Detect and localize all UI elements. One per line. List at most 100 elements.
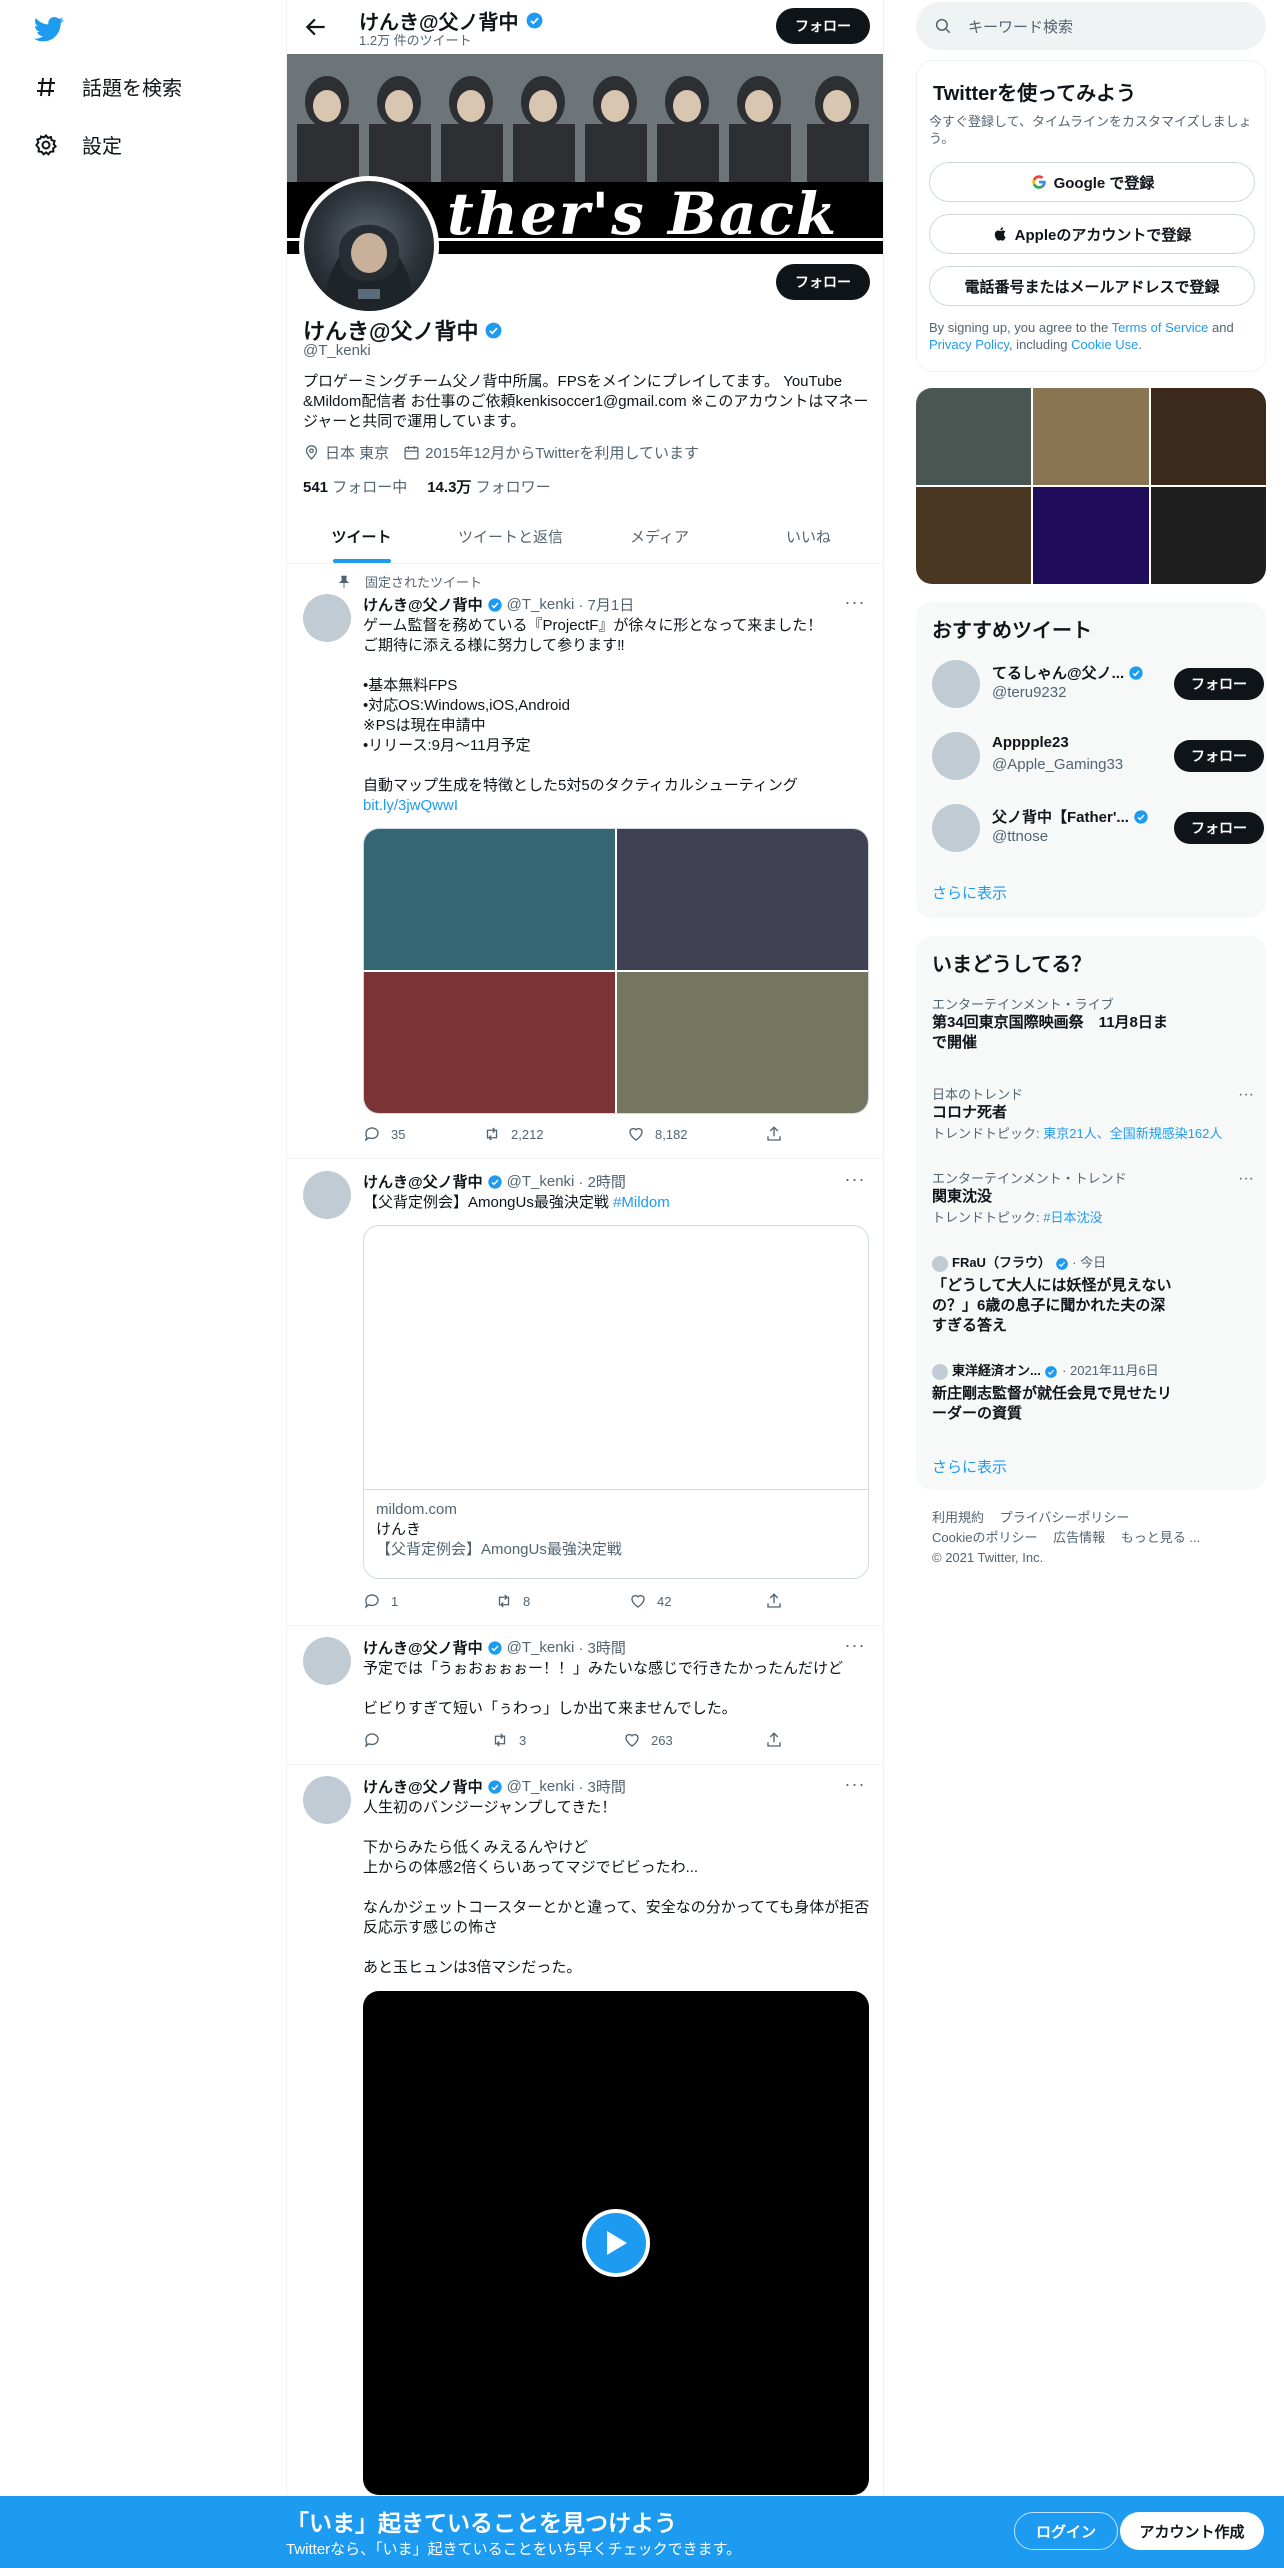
tweet-link[interactable]: bit.ly/3jwQwwI xyxy=(363,796,871,816)
media-image-4[interactable] xyxy=(617,972,868,1113)
back-arrow-icon[interactable] xyxy=(303,14,329,40)
recommended-follow-button[interactable]: フォロー xyxy=(1174,812,1264,844)
news-item[interactable]: 東洋経済オン... · 2021年11月6日 新庄剛志監督が就任会見で見せたリー… xyxy=(932,1360,1252,1424)
retweet-button[interactable]: 2,212 xyxy=(483,1125,544,1143)
like-button[interactable]: 8,182 xyxy=(627,1125,688,1143)
avatar[interactable] xyxy=(932,660,980,708)
more-icon[interactable]: ··· xyxy=(843,1169,867,1189)
retweet-button[interactable]: 3 xyxy=(491,1731,526,1749)
tab-tweets[interactable]: ツイート xyxy=(287,510,436,563)
avatar[interactable] xyxy=(932,732,980,780)
avatar[interactable] xyxy=(932,804,980,852)
tweet-hashtag[interactable]: #Mildom xyxy=(613,1194,670,1211)
tweet-author-handle[interactable]: @T_kenki xyxy=(507,1173,575,1190)
reply-button[interactable]: 35 xyxy=(363,1125,405,1143)
tweet-author-name[interactable]: けんき@父ノ背中 xyxy=(363,594,483,615)
tweet-author-handle[interactable]: @T_kenki xyxy=(507,1639,575,1656)
privacy-link[interactable]: Privacy Policy xyxy=(929,337,1009,352)
login-button[interactable]: ログイン xyxy=(1014,2512,1118,2550)
tweet-author-name[interactable]: けんき@父ノ背中 xyxy=(363,1171,483,1192)
tab-media[interactable]: メディア xyxy=(585,510,734,563)
trend-sub-link[interactable]: #日本沈没 xyxy=(1043,1210,1102,1225)
search-box[interactable]: キーワード検索 xyxy=(916,2,1266,50)
media-image-3[interactable] xyxy=(364,972,615,1113)
create-account-button[interactable]: アカウント作成 xyxy=(1120,2512,1264,2550)
share-button[interactable] xyxy=(765,1731,783,1749)
tweet-time[interactable]: · 3時間 xyxy=(578,1776,626,1797)
footer-ads-link[interactable]: 広告情報 xyxy=(1053,1530,1105,1545)
retweet-icon xyxy=(494,1733,506,1747)
tweet-author-name[interactable]: けんき@父ノ背中 xyxy=(363,1776,483,1797)
terms-link[interactable]: Terms of Service xyxy=(1112,320,1209,335)
more-icon[interactable]: ··· xyxy=(843,1774,867,1794)
nav-settings[interactable]: 設定 xyxy=(34,130,122,159)
tweet-time[interactable]: · 3時間 xyxy=(578,1637,626,1658)
photo-thumb-1[interactable] xyxy=(916,388,1032,485)
link-card[interactable]: mildom.com けんき 【父背定例会】AmongUs最強決定戦 xyxy=(363,1225,869,1579)
tweet-author-handle[interactable]: @T_kenki xyxy=(507,1778,575,1795)
tweet-media-grid xyxy=(363,828,869,1114)
photo-thumb-4[interactable] xyxy=(916,487,1032,584)
header-follow-button[interactable]: フォロー xyxy=(776,8,870,44)
photo-thumb-3[interactable] xyxy=(1150,388,1266,485)
trends-show-more[interactable]: さらに表示 xyxy=(932,1456,1007,1477)
photo-thumb-2[interactable] xyxy=(1033,388,1149,485)
more-icon[interactable]: ··· xyxy=(1238,1086,1254,1104)
recommended-follow-button[interactable]: フォロー xyxy=(1174,740,1264,772)
trend-item[interactable]: エンターテインメント・トレンド 関東沈没 トレンドトピック: #日本沈没 xyxy=(932,1168,1252,1226)
tweet-author-name[interactable]: けんき@父ノ背中 xyxy=(363,1637,483,1658)
media-image-2[interactable] xyxy=(617,829,868,970)
link-card-image xyxy=(364,1226,868,1490)
photo-thumb-6[interactable] xyxy=(1150,487,1266,584)
retweet-button[interactable]: 8 xyxy=(495,1592,530,1610)
trend-item[interactable]: エンターテインメント・ライブ 第34回東京国際映画祭 11月8日まで開催 xyxy=(932,994,1252,1053)
share-button[interactable] xyxy=(765,1592,783,1610)
photo-thumb-5[interactable] xyxy=(1033,487,1149,584)
share-button[interactable] xyxy=(765,1125,783,1143)
twitter-logo-icon[interactable] xyxy=(32,14,66,44)
footer-cookie-link[interactable]: Cookieのポリシー xyxy=(932,1530,1037,1545)
recommended-user[interactable]: 父ノ背中【Father'... @ttnose フォロー xyxy=(932,800,1264,856)
followers-link[interactable]: 14.3万 フォロワー xyxy=(427,476,550,497)
reply-button[interactable]: 1 xyxy=(363,1592,398,1610)
reply-button[interactable] xyxy=(363,1731,391,1749)
profile-follow-button[interactable]: フォロー xyxy=(776,264,870,300)
trend-item[interactable]: 日本のトレンド コロナ死者 トレンドトピック: 東京21人、全国新規感染162人 xyxy=(932,1084,1252,1142)
footer-terms-link[interactable]: 利用規約 xyxy=(932,1510,984,1525)
signup-legal: By signing up, you agree to the Terms of… xyxy=(929,319,1259,353)
following-link[interactable]: 541 フォロー中 xyxy=(303,476,407,497)
news-item[interactable]: FRaU（フラウ） · 今日 「どうして大人には妖怪が見えないの？」6歳の息子に… xyxy=(932,1252,1252,1336)
more-icon[interactable]: ··· xyxy=(843,1635,867,1655)
video-player[interactable] xyxy=(363,1991,869,2495)
recommended-show-more[interactable]: さらに表示 xyxy=(932,882,1007,903)
tweet-author-handle[interactable]: @T_kenki xyxy=(507,596,575,613)
apple-signup-button[interactable]: Appleのアカウントで登録 xyxy=(929,214,1255,254)
profile-avatar[interactable] xyxy=(299,176,439,316)
footer-privacy-link[interactable]: プライバシーポリシー xyxy=(1000,1510,1130,1525)
phone-email-signup-button[interactable]: 電話番号またはメールアドレスで登録 xyxy=(929,266,1255,306)
recommended-follow-button[interactable]: フォロー xyxy=(1174,668,1264,700)
like-button[interactable]: 263 xyxy=(623,1731,673,1749)
search-input[interactable]: キーワード検索 xyxy=(968,16,1073,37)
tweet-time[interactable]: · 7月1日 xyxy=(578,594,634,615)
tweet-avatar[interactable] xyxy=(303,1637,351,1685)
more-icon[interactable]: ··· xyxy=(843,592,867,612)
cookie-link[interactable]: Cookie Use xyxy=(1071,337,1138,352)
nav-explore[interactable]: 話題を検索 xyxy=(34,72,182,101)
recommended-user[interactable]: Apppple23 @Apple_Gaming33 フォロー xyxy=(932,728,1264,784)
play-button[interactable] xyxy=(582,2209,650,2277)
recommended-user[interactable]: てるしゃん@父ノ... @teru9232 フォロー xyxy=(932,656,1264,712)
tab-tweets-replies[interactable]: ツイートと返信 xyxy=(436,510,585,563)
media-image-1[interactable] xyxy=(364,829,615,970)
tab-likes[interactable]: いいね xyxy=(734,510,883,563)
right-sidebar: キーワード検索 Twitterを使ってみよう 今すぐ登録して、タイムラインをカス… xyxy=(884,0,1284,2500)
more-icon[interactable]: ··· xyxy=(1238,1170,1254,1188)
tweet-avatar[interactable] xyxy=(303,1171,351,1219)
trend-sub-link[interactable]: 東京21人、全国新規感染162人 xyxy=(1043,1126,1222,1141)
google-signup-button[interactable]: Google で登録 xyxy=(929,162,1255,202)
like-button[interactable]: 42 xyxy=(629,1592,671,1610)
footer-more-link[interactable]: もっと見る ... xyxy=(1121,1530,1200,1545)
tweet-avatar[interactable] xyxy=(303,1776,351,1824)
tweet-time[interactable]: · 2時間 xyxy=(578,1171,626,1192)
tweet-avatar[interactable] xyxy=(303,594,351,642)
